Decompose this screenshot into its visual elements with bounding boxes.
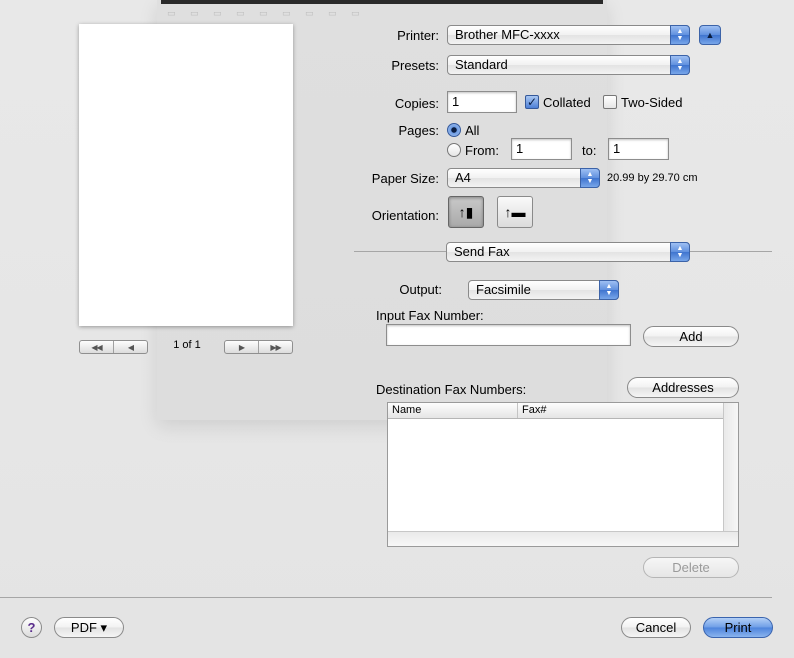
- paper-size-label: Paper Size:: [371, 171, 439, 186]
- popup-arrows-icon: ▲ ▼: [580, 168, 600, 188]
- add-button[interactable]: Add: [643, 326, 739, 347]
- orientation-landscape-button[interactable]: ↑▬: [497, 196, 533, 228]
- collated-label: Collated: [543, 95, 591, 110]
- printer-popup[interactable]: Brother MFC-xxxx ▲ ▼: [447, 25, 690, 45]
- input-fax-label: Input Fax Number:: [376, 308, 484, 323]
- landscape-icon: ↑▬: [504, 204, 526, 220]
- two-sided-label: Two-Sided: [621, 95, 683, 110]
- fax-number-input[interactable]: [386, 324, 631, 346]
- footer-separator: [0, 597, 772, 598]
- paper-size-value: A4: [455, 170, 471, 185]
- addresses-button[interactable]: Addresses: [627, 377, 739, 398]
- page-indicator: 1 of 1: [173, 339, 201, 351]
- copies-label: Copies:: [394, 96, 439, 111]
- output-label: Output:: [399, 282, 442, 297]
- help-button[interactable]: ?: [21, 617, 42, 638]
- popup-arrows-icon: ▲ ▼: [670, 25, 690, 45]
- orientation-portrait-button[interactable]: ↑▮: [448, 196, 484, 228]
- next-page-icon[interactable]: ▶: [225, 341, 258, 353]
- printer-label: Printer:: [397, 28, 439, 43]
- print-button[interactable]: Print: [703, 617, 773, 638]
- orientation-label: Orientation:: [371, 208, 439, 223]
- pages-to-label: to:: [582, 143, 597, 158]
- pages-label: Pages:: [398, 123, 439, 138]
- column-name[interactable]: Name: [388, 403, 518, 418]
- two-sided-checkbox[interactable]: [603, 95, 617, 109]
- collated-checkbox[interactable]: ✓: [525, 95, 539, 109]
- popup-arrows-icon: ▲ ▼: [599, 280, 619, 300]
- portrait-icon: ↑▮: [458, 204, 474, 220]
- horizontal-scrollbar[interactable]: [388, 531, 738, 546]
- pages-all-radio[interactable]: [447, 123, 461, 137]
- table-header: Name Fax#: [388, 403, 724, 419]
- pages-all-label: All: [465, 123, 480, 138]
- last-page-icon[interactable]: ▶▶: [258, 341, 292, 353]
- popup-arrows-icon: ▲ ▼: [670, 55, 690, 75]
- pages-from-input[interactable]: 1: [511, 138, 572, 160]
- destination-table[interactable]: Name Fax#: [387, 402, 739, 547]
- triangle-up-icon: ▲: [705, 30, 715, 40]
- delete-button[interactable]: Delete: [643, 557, 739, 578]
- output-value: Facsimile: [476, 282, 531, 297]
- preview-nav-forward: ▶ ▶▶: [224, 340, 293, 354]
- pages-from-label: From:: [465, 143, 499, 158]
- pages-to-input[interactable]: 1: [608, 138, 669, 160]
- presets-label: Presets:: [391, 58, 439, 73]
- popup-arrows-icon: ▲ ▼: [670, 242, 690, 262]
- cancel-button[interactable]: Cancel: [621, 617, 691, 638]
- pages-from-radio[interactable]: [447, 143, 461, 157]
- output-popup[interactable]: Facsimile ▲ ▼: [468, 280, 619, 300]
- help-icon: ?: [27, 620, 36, 635]
- destination-label: Destination Fax Numbers:: [376, 382, 527, 397]
- first-page-icon[interactable]: ◀◀: [80, 341, 113, 353]
- previous-page-icon[interactable]: ◀: [113, 341, 147, 353]
- checkmark-icon: ✓: [526, 95, 538, 109]
- printer-value: Brother MFC-xxxx: [455, 27, 560, 42]
- preview-nav-back: ◀◀ ◀: [79, 340, 148, 354]
- panel-popup[interactable]: Send Fax ▲ ▼: [446, 242, 690, 262]
- column-fax[interactable]: Fax#: [518, 403, 724, 418]
- presets-popup[interactable]: Standard ▲ ▼: [447, 55, 690, 75]
- pdf-button[interactable]: PDF ▾: [54, 617, 124, 638]
- paper-size-popup[interactable]: A4 ▲ ▼: [447, 168, 600, 188]
- page-preview: [79, 24, 293, 326]
- paper-dimensions: 20.99 by 29.70 cm: [607, 172, 698, 184]
- vertical-scrollbar[interactable]: [723, 403, 738, 531]
- presets-value: Standard: [455, 57, 508, 72]
- panel-value: Send Fax: [454, 244, 510, 259]
- printer-disclosure-button[interactable]: ▲: [699, 25, 721, 45]
- copies-input[interactable]: 1: [447, 91, 517, 113]
